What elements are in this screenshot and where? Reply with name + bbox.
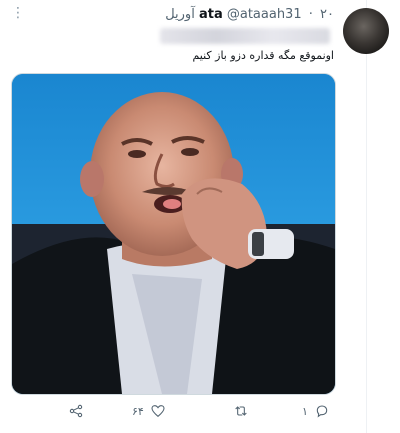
retweet-button[interactable]: [233, 403, 249, 419]
reply-count: ۱: [302, 404, 308, 418]
reply-button[interactable]: ۱: [302, 403, 330, 419]
share-button[interactable]: [68, 403, 84, 419]
retweet-icon: [235, 406, 247, 416]
tweet-actions: ۶۴ ۱: [0, 396, 366, 426]
tweet-header: ata @ataaah31 · ۲۰ آوریل: [165, 6, 334, 24]
reply-icon: [316, 405, 328, 418]
more-icon[interactable]: ⋮: [11, 6, 25, 20]
avatar[interactable]: [343, 8, 389, 54]
separator-dot: ·: [308, 7, 313, 22]
author-name[interactable]: ata: [199, 7, 223, 22]
tweet-text: اونموقع مگه قداره دزو باز کنیم: [192, 49, 334, 62]
redacted-text: [160, 28, 330, 44]
like-button[interactable]: ۶۴: [132, 403, 166, 419]
divider: [366, 0, 367, 433]
share-icon: [69, 404, 83, 418]
tweet-media[interactable]: [11, 73, 336, 395]
author-handle[interactable]: @ataaah31: [227, 7, 302, 22]
like-count: ۶۴: [132, 404, 144, 418]
media-illustration: [12, 74, 335, 394]
heart-icon: [151, 405, 165, 418]
tweet-card[interactable]: ⋮ ata @ataaah31 · ۲۰ آوریل اونموقع مگه ق…: [0, 0, 400, 433]
